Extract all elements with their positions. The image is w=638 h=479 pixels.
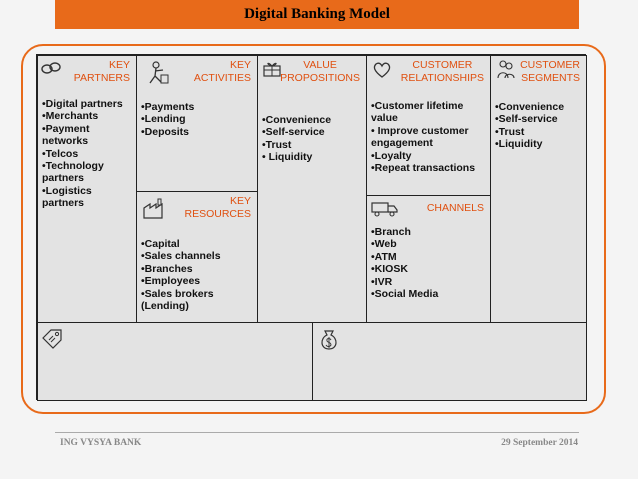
list-item: •Loyalty	[371, 149, 412, 162]
block-header: VALUE PROPOSITIONS	[280, 59, 360, 84]
item-list: •Branch •Web •ATM •KIOSK •IVR •Social Me…	[371, 226, 487, 300]
list-item: •Web	[371, 238, 397, 251]
list-item: •IVR	[371, 275, 393, 288]
list-item: •Technology partners	[42, 160, 104, 185]
list-item: •Payment networks	[42, 122, 90, 148]
factory-icon	[143, 198, 163, 219]
item-list: •Digital partners •Merchants •Payment ne…	[42, 98, 134, 210]
item-list: •Customer lifetime value • Improve custo…	[371, 100, 487, 174]
page-title: Digital Banking Model	[244, 6, 390, 22]
item-list: •Convenience •Self-service •Trust • Liqu…	[262, 114, 364, 164]
list-item: •Trust	[262, 138, 292, 151]
list-item: •Trust	[495, 125, 525, 138]
block-header: CUSTOMER SEGMENTS	[520, 59, 580, 84]
heart-icon	[373, 62, 391, 78]
list-item: •Branch	[371, 226, 411, 238]
list-item: •Sales brokers (Lending)	[141, 287, 214, 313]
list-item: •Capital	[141, 238, 180, 250]
list-item: •Logistics partners	[42, 184, 92, 210]
list-item: •Social Media	[371, 288, 439, 301]
block-customer-relationships: CUSTOMER RELATIONSHIPS •Customer lifetim…	[366, 55, 491, 196]
list-item: •Digital partners	[42, 98, 123, 110]
block-key-partners: KEY PARTNERS •Digital partners •Merchant…	[37, 55, 137, 323]
list-item: •Merchants	[42, 110, 99, 123]
footer-divider	[55, 432, 579, 433]
people-icon	[497, 60, 515, 79]
block-key-resources: KEY RESOURCES •Capital •Sales channels •…	[136, 191, 258, 323]
block-customer-segments: CUSTOMER SEGMENTS •Convenience •Self-ser…	[490, 55, 587, 323]
list-item: •Self-service	[495, 113, 558, 126]
list-item: •Self-service	[262, 126, 325, 139]
list-item: •Liquidity	[495, 138, 543, 151]
list-item: • Liquidity	[262, 151, 313, 164]
list-item: •Lending	[141, 113, 186, 126]
item-list: •Capital •Sales channels •Branches •Empl…	[141, 238, 255, 312]
block-header: KEY ACTIVITIES	[193, 59, 251, 84]
list-item: •ATM	[371, 250, 397, 263]
title-bar: Digital Banking Model	[55, 0, 579, 29]
list-item: • Improve customer engagement	[371, 124, 469, 150]
list-item: •Customer lifetime value	[371, 100, 464, 125]
item-list: •Convenience •Self-service •Trust •Liqui…	[495, 101, 585, 151]
price-tag-icon	[42, 329, 62, 349]
list-item: •Repeat transactions	[371, 162, 476, 175]
list-item: •Convenience	[262, 114, 332, 126]
delivery-truck-icon	[371, 202, 398, 217]
money-bag-icon	[321, 330, 337, 350]
block-value-propositions: VALUE PROPOSITIONS •Convenience •Self-se…	[257, 55, 367, 323]
footer-company: ING VYSYA BANK	[60, 438, 142, 448]
list-item: •Deposits	[141, 125, 190, 138]
block-header: CUSTOMER RELATIONSHIPS	[400, 59, 484, 84]
block-channels: CHANNELS •Branch •Web •ATM •KIOSK •IVR •…	[366, 195, 491, 323]
block-cost-structure	[37, 322, 313, 401]
list-item: •KIOSK	[371, 263, 408, 276]
business-model-canvas: KEY PARTNERS •Digital partners •Merchant…	[36, 54, 587, 401]
list-item: •Branches	[141, 262, 193, 275]
list-item: •Telcos	[42, 147, 79, 160]
block-header: KEY PARTNERS	[73, 59, 130, 84]
item-list: •Payments •Lending •Deposits	[141, 101, 253, 138]
block-revenue-streams	[312, 322, 587, 401]
footer-date: 29 September 2014	[501, 438, 578, 448]
block-key-activities: KEY ACTIVITIES •Payments •Lending •Depos…	[136, 55, 258, 192]
list-item: •Convenience	[495, 101, 565, 113]
list-item: •Payments	[141, 101, 195, 113]
chain-link-icon	[41, 62, 61, 74]
list-item: •Sales channels	[141, 250, 221, 263]
list-item: •Employees	[141, 275, 201, 288]
block-header: KEY RESOURCES	[184, 195, 251, 220]
block-header: CHANNELS	[426, 202, 484, 214]
person-working-icon	[149, 61, 169, 84]
